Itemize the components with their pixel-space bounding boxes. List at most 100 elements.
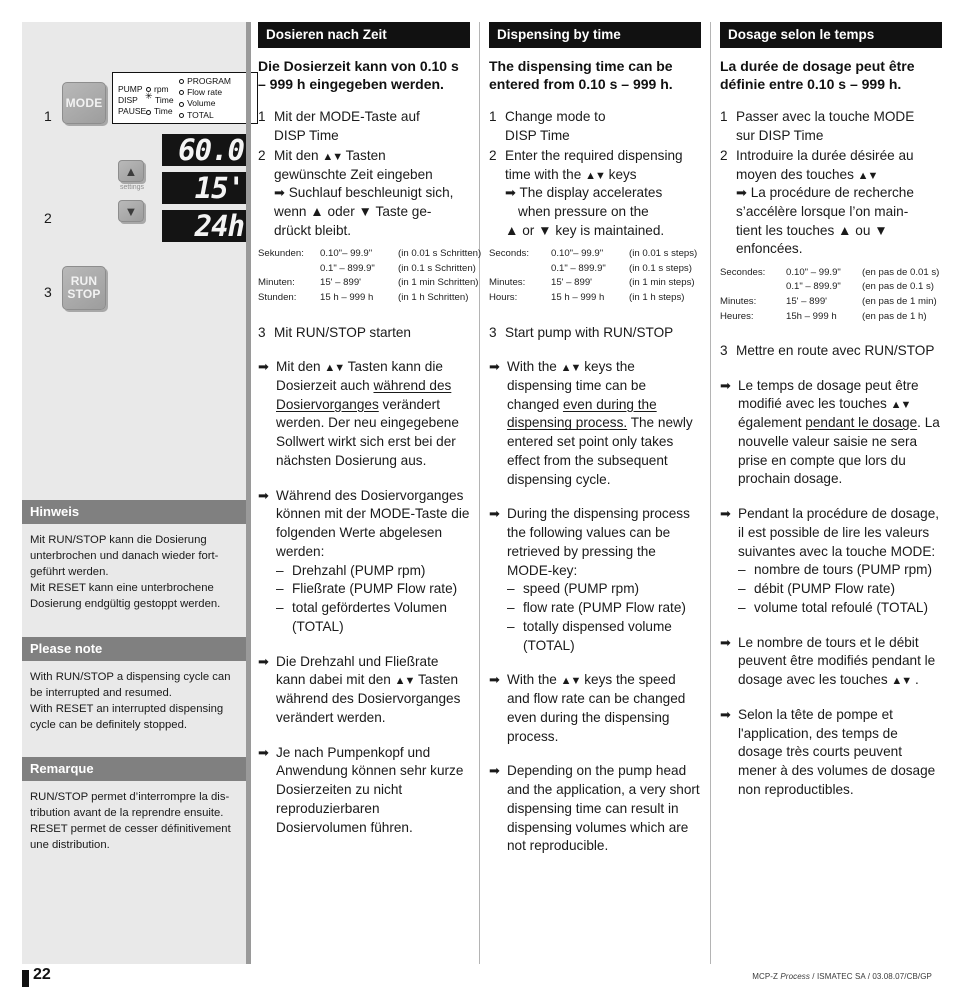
spec-label: Minuten: — [258, 277, 295, 289]
bullet-item: ➡ During the dispensing process the foll… — [489, 505, 701, 655]
spec-value: 0.10"– 99.9" — [551, 248, 604, 260]
spec-row: 0.1" – 899.9" (en pas de 0.1 s) — [720, 280, 942, 295]
arrow-up-icon: ▲ — [505, 222, 519, 238]
spec-label: Hours: — [489, 291, 518, 303]
dash-text: nombre de tours (PUMP rpm) — [754, 562, 933, 578]
step-number: 1 — [720, 108, 728, 124]
mode-option-flow-rate: Flow rate — [187, 87, 223, 98]
note-line: geführt werden. — [30, 566, 109, 579]
dash-text: débit (PUMP Flow rate) — [754, 581, 896, 597]
arrow-right-icon: ➡ — [489, 763, 500, 779]
dash-item: – volume total refoulé (TOTAL) — [738, 599, 942, 618]
arrow-right-icon: ➡ — [720, 706, 731, 722]
note-line: With RESET an interrupted dispensing — [30, 703, 224, 716]
note-body-remarque: RUN/STOP permet d’interrompre la dis- tr… — [22, 781, 246, 853]
bullet-item: ➡ Die Drehzahl und Fließrate kann dabei … — [258, 653, 470, 728]
note-line: be interrupted and resumed. — [30, 687, 172, 700]
step-item: 3 Mettre en route avec RUN/STOP — [720, 342, 942, 361]
spec-value: 0.10" – 99.9" — [786, 266, 841, 278]
step-item: 1 Mit der MODE-Taste auf DISP Time — [258, 108, 470, 145]
spec-label: Heures: — [720, 310, 754, 322]
step-line: Mit der MODE-Taste auf — [274, 108, 420, 124]
dash-icon: – — [507, 581, 515, 597]
dash-icon: – — [738, 581, 746, 597]
arrow-up-down-icon: ▲▼ — [890, 399, 912, 412]
note-body-hinweis: Mit RUN/STOP kann die Dosierung unterbro… — [22, 524, 246, 612]
spec-row: Secondes: 0.10" – 99.9" (en pas de 0.01 … — [720, 266, 942, 281]
mode-row-pause: PAUSE Time — [118, 106, 179, 117]
bullet-item: ➡ With the ▲▼ keys the speed and flow ra… — [489, 671, 701, 746]
sub-note-line: s’accélère lorsque l’on main- — [736, 203, 909, 219]
spec-step: (in 1 h steps) — [629, 291, 685, 303]
sub-note-line: drückt bleibt. — [274, 222, 352, 238]
bullet-text: Selon la tête de pompe et l'application,… — [738, 706, 936, 797]
diagram-step-1-number: 1 — [44, 108, 52, 124]
stop-label: STOP — [67, 287, 101, 301]
spec-step: (en pas de 1 min) — [862, 295, 937, 307]
arrow-up-button[interactable]: ▲ — [118, 160, 144, 182]
mode-matrix-left-column: PUMP rpm DISP Time PAUSE Time — [118, 76, 179, 120]
sub-note-line: ou — [855, 222, 871, 238]
sub-note: ➡ The display accelerates when pressure … — [505, 185, 664, 237]
bullets-german: ➡ Mit den ▲▼ Tasten kann die Dosierzeit … — [258, 358, 470, 837]
imprint-product-variant: Process — [780, 972, 810, 981]
bullet-fragment: During the dispensing process the follow… — [507, 506, 690, 578]
spec-step: (in 1 h Schritten) — [398, 291, 469, 303]
dash-list: – nombre de tours (PUMP rpm) – débit (PU… — [738, 561, 942, 617]
bullet-fragment: Während des Dosiervorganges können mit d… — [276, 487, 470, 559]
step-text: Change mode to DISP Time — [505, 108, 701, 145]
spec-row: Sekunden: 0.10"– 99.9" (in 0.01 s Schrit… — [258, 247, 481, 262]
spec-step: (in 0.1 s Schritten) — [398, 262, 476, 274]
spec-label — [489, 262, 551, 277]
arrow-down-icon: ▼ — [358, 203, 372, 219]
spec-label: Minutes: — [720, 295, 757, 307]
spec-value: 15h – 999 h — [786, 310, 837, 322]
arrow-right-icon: ➡ — [258, 359, 269, 375]
spec-value: 15 h – 999 h — [320, 291, 374, 303]
diagram-step-2-number: 2 — [44, 210, 52, 226]
steps-english: 1 Change mode to DISP Time 2 Enter the r… — [489, 108, 701, 240]
step-number: 3 — [258, 324, 266, 340]
arrow-down-button[interactable]: ▼ — [118, 200, 144, 222]
step-text: Mit RUN/STOP starten — [274, 324, 411, 340]
note-line: RESET permet de cesser définitivement — [30, 823, 231, 836]
mode-row-program: PROGRAM — [179, 76, 252, 87]
bullet-emphasis: pendant le dosage — [805, 415, 918, 431]
bullet-text: Le temps de dosage peut être modifié ave… — [738, 377, 942, 490]
dash-item: – flow rate (PUMP Flow rate) — [507, 599, 701, 618]
led-disp-time-active-icon — [145, 92, 153, 104]
bullet-item: ➡ Le nombre de tours et le débit peuvent… — [720, 634, 942, 690]
run-stop-button[interactable]: RUN STOP — [62, 266, 106, 310]
step-number: 1 — [489, 108, 497, 124]
spec-label: Seconds: — [489, 248, 530, 260]
spec-value: 15' – 899' — [320, 277, 362, 289]
bullet-item: ➡ Während des Dosiervorganges können mit… — [258, 487, 470, 637]
spec-step: (in 1 min steps) — [629, 277, 695, 289]
spec-value: 15' – 899' — [551, 277, 593, 289]
sub-note-line: La procédure de recherche — [750, 185, 914, 201]
dash-list: – Drehzahl (PUMP rpm) – Fließrate (PUMP … — [276, 562, 470, 637]
spec-row: 0.1" – 899.9" (in 0.1 s Schritten) — [258, 262, 476, 277]
arrow-up-down-icon: ▲▼ — [891, 675, 912, 688]
mode-row-volume: Volume — [179, 98, 252, 109]
arrow-right-icon: ➡ — [274, 185, 285, 201]
dash-icon: – — [738, 599, 746, 615]
bullet-item: ➡ Depending on the pump head and the app… — [489, 762, 701, 856]
heading-french: Dosage selon le temps — [720, 22, 942, 48]
step-number: 2 — [489, 148, 497, 164]
dash-item: – Fließrate (PUMP Flow rate) — [276, 580, 470, 599]
bullet-fragment: With the — [507, 672, 557, 688]
note-line: Dosierung endgültig gestoppt werden. — [30, 598, 221, 611]
step-item: 1 Change mode to DISP Time — [489, 108, 701, 145]
arrow-right-icon: ➡ — [736, 185, 747, 201]
note-box-hinweis: Hinweis Mit RUN/STOP kann die Dosierung … — [22, 500, 246, 612]
note-line: une distribution. — [30, 839, 110, 852]
step-number: 2 — [258, 148, 266, 164]
note-line: Mit RUN/STOP kann die Dosierung — [30, 534, 207, 546]
steps-german: 1 Mit der MODE-Taste auf DISP Time 2 Mit… — [258, 108, 470, 240]
mode-button[interactable]: MODE — [62, 82, 106, 124]
column-french: Dosage selon le temps La durée de dosage… — [720, 22, 942, 816]
bullet-item: ➡ Mit den ▲▼ Tasten kann die Dosierzeit … — [258, 358, 470, 471]
control-panel-diagram: 1 2 3 MODE RUN STOP ▲ ▼ settings PUMP rp… — [22, 22, 258, 342]
sub-note: ➡ Suchlauf beschleunigt sich, wenn ▲ ode… — [274, 185, 453, 237]
